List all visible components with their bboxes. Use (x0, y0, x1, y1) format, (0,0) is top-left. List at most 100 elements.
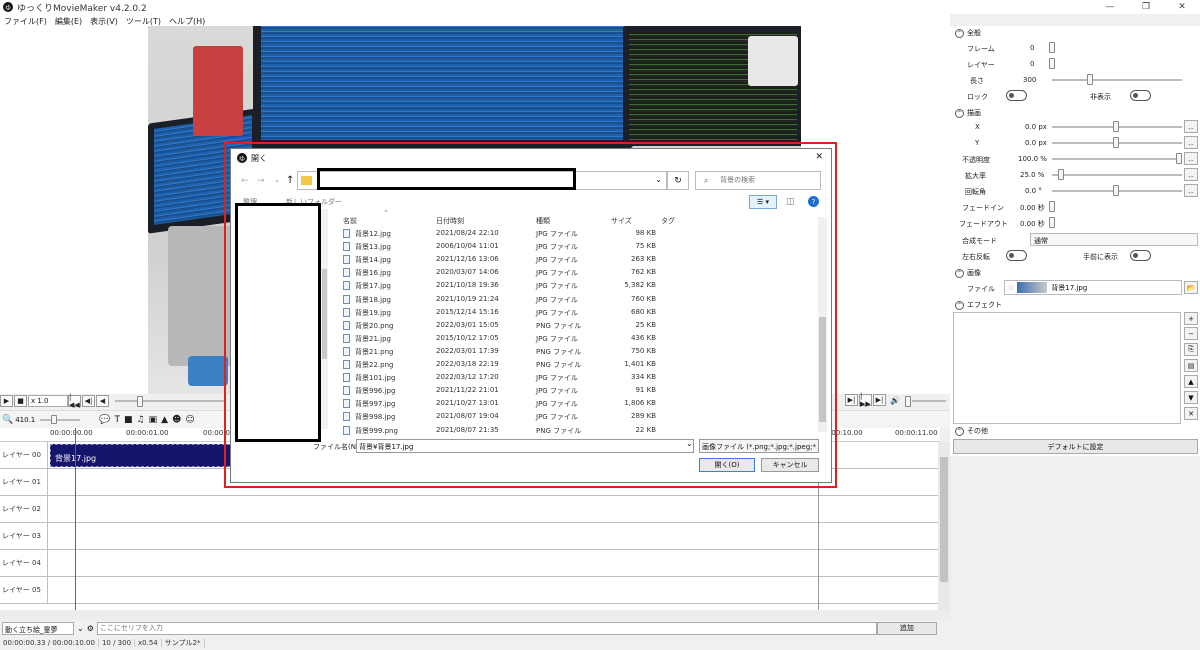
menu-view[interactable]: 表示(V) (86, 16, 122, 27)
layer-row[interactable]: レイヤー 03 (0, 523, 940, 550)
frame-slider-thumb[interactable] (1049, 42, 1055, 53)
text-icon[interactable]: T (114, 415, 120, 425)
section-general[interactable]: ⌃ 全般 (955, 28, 981, 38)
seek-thumb[interactable] (137, 396, 143, 407)
rotate-slider-thumb[interactable] (1113, 185, 1119, 196)
x-slider-thumb[interactable] (1113, 121, 1119, 132)
flip-toggle[interactable] (1006, 250, 1027, 261)
music-icon[interactable]: ♫ (137, 415, 145, 425)
scale-value[interactable]: 25.0 % (1020, 171, 1044, 179)
layer-row[interactable]: レイヤー 05 (0, 577, 940, 604)
delete-effect-icon[interactable]: ✕ (1184, 407, 1198, 420)
zoom-icon[interactable]: 🔍 (2, 415, 13, 425)
speech-icon[interactable]: 💬 (99, 415, 110, 425)
fadein-value[interactable]: 0.00 秒 (1020, 203, 1045, 213)
layer-slider-thumb[interactable] (1049, 58, 1055, 69)
playhead[interactable] (75, 428, 76, 610)
close-window-button[interactable]: ✕ (1164, 0, 1200, 14)
section-other[interactable]: ⌃ その他 (955, 426, 988, 436)
next-frame-button[interactable]: ▶| (845, 394, 858, 406)
length-slider[interactable] (1052, 79, 1182, 81)
character-dropdown-icon[interactable]: ⌄ (77, 624, 84, 633)
skip-forward-button[interactable]: |▶▶ (859, 392, 872, 408)
folder-open-icon[interactable]: 📂 (1184, 281, 1198, 294)
length-slider-thumb[interactable] (1087, 74, 1093, 85)
layer-value[interactable]: 0 (1030, 60, 1034, 68)
prev-frame-button[interactable]: ◀| (82, 395, 95, 407)
add-effect-icon[interactable]: + (1184, 312, 1198, 325)
effect-list[interactable] (953, 312, 1181, 424)
play-button[interactable]: ▶ (0, 395, 13, 407)
fadeout-slider-thumb[interactable] (1049, 217, 1055, 228)
blend-select[interactable]: 通常 (1030, 233, 1198, 246)
character-settings-icon[interactable]: ⚙ (87, 624, 94, 633)
menu-help[interactable]: ヘルプ(H) (165, 16, 209, 27)
x-menu-button[interactable]: ‥ (1184, 120, 1198, 133)
star-icon[interactable]: ☆ (1008, 284, 1014, 292)
timeline-clip[interactable]: 背景17.jpg (50, 444, 240, 467)
opacity-slider-thumb[interactable] (1176, 153, 1182, 164)
move-up-icon[interactable]: ▲ (1184, 375, 1198, 388)
volume-icon[interactable]: 🔊 (890, 396, 900, 405)
scale-label: 拡大率 (965, 172, 986, 180)
speed-select[interactable]: x 1.0 (28, 395, 68, 407)
image-file-select[interactable]: ☆ 背景17.jpg (1004, 280, 1182, 295)
timeline-vscroll[interactable] (938, 442, 950, 610)
seek-slider[interactable] (115, 400, 225, 402)
rotate-value[interactable]: 0.0 ° (1025, 187, 1042, 195)
opacity-value[interactable]: 100.0 % (1018, 155, 1047, 163)
fadeout-value[interactable]: 0.00 秒 (1020, 219, 1045, 229)
frame-value[interactable]: 0 (1030, 44, 1034, 52)
scale-menu-button[interactable]: ‥ (1184, 168, 1198, 181)
lock-toggle[interactable] (1006, 90, 1027, 101)
scale-slider[interactable] (1052, 174, 1182, 176)
image-icon[interactable]: ▣ (149, 415, 158, 425)
set-default-button[interactable]: デフォルトに設定 (953, 439, 1198, 454)
timeline-hscroll[interactable] (0, 610, 950, 620)
person-icon[interactable]: ☻ (172, 415, 181, 425)
end-button[interactable]: ▶| (873, 394, 886, 406)
paste-effect-icon[interactable]: ▤ (1184, 359, 1198, 372)
dialogue-input[interactable] (96, 621, 877, 635)
opacity-menu-button[interactable]: ‥ (1184, 152, 1198, 165)
add-dialogue-button[interactable]: 追加 (876, 621, 937, 635)
y-menu-button[interactable]: ‥ (1184, 136, 1198, 149)
zoom-slider[interactable] (35, 414, 85, 425)
rotate-menu-button[interactable]: ‥ (1184, 184, 1198, 197)
volume-thumb[interactable] (905, 396, 911, 407)
section-effect[interactable]: ⌃ エフェクト (955, 300, 1002, 310)
volume-slider[interactable] (912, 400, 946, 402)
scale-slider-thumb[interactable] (1058, 169, 1064, 180)
y-value[interactable]: 0.0 px (1025, 139, 1047, 147)
menu-tools[interactable]: ツール(T) (122, 16, 165, 27)
hide-toggle[interactable] (1130, 90, 1151, 101)
layer-row[interactable]: レイヤー 02 (0, 496, 940, 523)
back-button[interactable]: ◀ (96, 395, 109, 407)
move-down-icon[interactable]: ▼ (1184, 391, 1198, 404)
layer-label: レイヤー 01 (0, 469, 48, 495)
layer-label: レイヤー 03 (0, 523, 48, 549)
length-value[interactable]: 300 (1023, 76, 1036, 84)
highlight-frame (224, 142, 837, 488)
x-value[interactable]: 0.0 px (1025, 123, 1047, 131)
section-draw[interactable]: ⌃ 描画 (955, 108, 981, 118)
video-icon[interactable]: ■ (124, 415, 133, 425)
character-select[interactable]: 動く立ち絵_霊夢 (2, 621, 74, 635)
fadein-slider-thumb[interactable] (1049, 201, 1055, 212)
prev-clip-button[interactable]: |◀◀ (68, 393, 81, 409)
section-image[interactable]: ⌃ 画像 (955, 268, 981, 278)
face-icon[interactable]: ☺ (185, 415, 194, 425)
stop-button[interactable]: ■ (14, 395, 27, 407)
shape-icon[interactable]: ▲ (161, 415, 168, 425)
maximize-button[interactable]: ❐ (1128, 0, 1164, 14)
copy-effect-icon[interactable]: ⎘ (1184, 343, 1198, 356)
status-zoom: x0.54 (135, 639, 162, 647)
menu-file[interactable]: ファイル(F) (0, 16, 51, 27)
layer-row[interactable]: レイヤー 04 (0, 550, 940, 577)
opacity-slider[interactable] (1052, 158, 1182, 160)
remove-effect-icon[interactable]: − (1184, 327, 1198, 340)
minimize-button[interactable]: — (1092, 0, 1128, 14)
menu-edit[interactable]: 編集(E) (51, 16, 86, 27)
front-toggle[interactable] (1130, 250, 1151, 261)
y-slider-thumb[interactable] (1113, 137, 1119, 148)
